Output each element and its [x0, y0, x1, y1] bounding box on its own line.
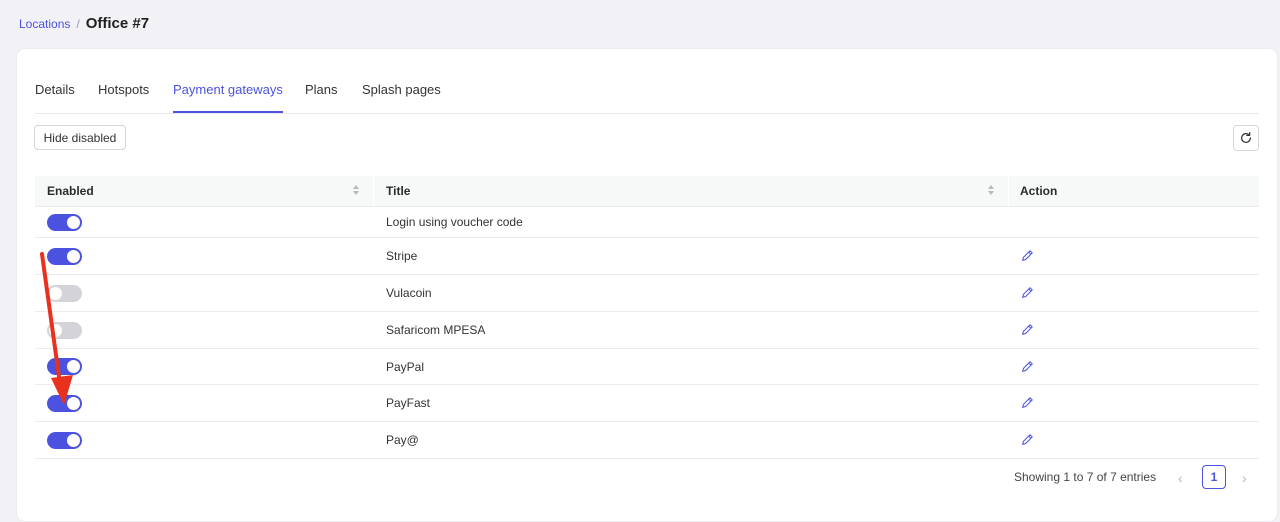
table-row: PayFast [35, 385, 1259, 422]
edit-pencil-icon[interactable] [1020, 396, 1034, 410]
sort-icon[interactable] [352, 184, 360, 196]
table-body: Login using voucher code Stripe Vulacoin Sa… [35, 207, 1259, 459]
edit-pencil-icon[interactable] [1020, 433, 1034, 447]
enabled-toggle[interactable] [47, 284, 82, 302]
enabled-toggle[interactable] [47, 431, 82, 449]
enabled-toggle[interactable] [47, 247, 82, 265]
breadcrumb-separator: / [76, 17, 80, 31]
pagination: Showing 1 to 7 of 7 entries ‹ 1 › [17, 465, 1277, 491]
table-row: PayPal [35, 349, 1259, 385]
edit-pencil-icon[interactable] [1020, 286, 1034, 300]
column-header-action: Action [1020, 184, 1058, 198]
hide-disabled-button[interactable]: Hide disabled [34, 125, 126, 150]
table-row: Pay@ [35, 422, 1259, 459]
pagination-info: Showing 1 to 7 of 7 entries [1014, 470, 1157, 484]
gateway-title: Stripe [386, 249, 418, 263]
toggle-knob [67, 396, 80, 410]
table-row: Login using voucher code [35, 207, 1259, 238]
enabled-toggle[interactable] [47, 358, 82, 375]
sort-icon[interactable] [987, 184, 995, 196]
toggle-knob [49, 286, 62, 300]
breadcrumb-link-locations[interactable]: Locations [19, 17, 70, 31]
column-divider [1008, 176, 1009, 206]
column-header-enabled[interactable]: Enabled [47, 184, 94, 198]
content-card: Details Hotspots Payment gateways Plans … [17, 49, 1277, 521]
gateway-title: Login using voucher code [386, 215, 523, 229]
toggle-knob [67, 249, 80, 263]
tab-bar: Details Hotspots Payment gateways Plans … [35, 49, 1259, 114]
column-header-title[interactable]: Title [386, 184, 410, 198]
toggle-knob [67, 215, 80, 229]
gateway-title: Safaricom MPESA [386, 323, 486, 337]
edit-pencil-icon[interactable] [1020, 323, 1034, 337]
refresh-button[interactable] [1233, 125, 1259, 151]
pagination-next-button[interactable]: › [1242, 470, 1247, 486]
pagination-prev-button[interactable]: ‹ [1178, 470, 1183, 486]
gateway-title: PayPal [386, 359, 425, 374]
gateway-title: Vulacoin [386, 286, 432, 300]
table-row: Safaricom MPESA [35, 312, 1259, 349]
toggle-knob [67, 433, 80, 447]
pagination-page-1[interactable]: 1 [1202, 465, 1226, 489]
tab-payment-gateways[interactable]: Payment gateways [173, 82, 283, 113]
tab-splash-pages[interactable]: Splash pages [362, 82, 441, 111]
breadcrumb: Locations / Office #7 [19, 15, 149, 32]
enabled-toggle[interactable] [47, 213, 82, 231]
toggle-knob [49, 323, 62, 337]
payment-gateways-table: Enabled Title Action Login using voucher… [35, 176, 1259, 459]
tab-plans[interactable]: Plans [305, 82, 338, 111]
page-title: Office #7 [85, 15, 150, 32]
enabled-toggle[interactable] [47, 394, 82, 412]
toggle-knob [67, 360, 80, 373]
column-divider [373, 176, 374, 206]
table-header: Enabled Title Action [35, 176, 1259, 207]
edit-pencil-icon[interactable] [1020, 360, 1034, 374]
edit-pencil-icon[interactable] [1020, 249, 1034, 263]
refresh-icon [1241, 131, 1251, 143]
enabled-toggle[interactable] [47, 321, 82, 339]
tab-details[interactable]: Details [35, 82, 75, 111]
table-row: Vulacoin [35, 275, 1259, 312]
gateway-title: Pay@ [386, 433, 419, 447]
table-row: Stripe [35, 238, 1259, 275]
gateway-title: PayFast [386, 396, 431, 410]
tab-hotspots[interactable]: Hotspots [98, 82, 149, 111]
